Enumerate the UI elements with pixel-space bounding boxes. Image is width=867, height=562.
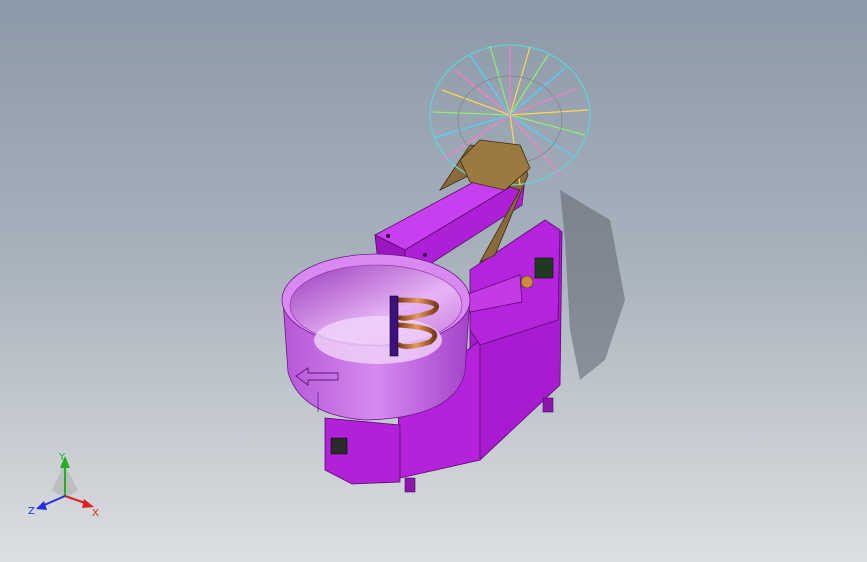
- head-bolt: [386, 234, 390, 238]
- x-axis-label: X: [92, 508, 99, 519]
- base-switch-panel: [330, 437, 348, 455]
- z-axis-arrow: [36, 501, 47, 510]
- orientation-triad: Y X Z: [28, 452, 99, 519]
- spiral-shaft-lower: [389, 295, 399, 357]
- foot-right: [542, 397, 554, 413]
- y-axis-label: Y: [58, 452, 66, 463]
- bowl-floor: [314, 316, 442, 364]
- z-axis-line: [41, 495, 66, 507]
- head-bolt: [423, 253, 427, 257]
- control-knob: [520, 275, 534, 289]
- graphics-viewport[interactable]: Y X Z: [0, 0, 867, 562]
- control-panel: [534, 257, 554, 279]
- model-shadow: [560, 190, 625, 380]
- x-axis-arrow: [82, 499, 94, 508]
- foot-front: [404, 477, 416, 493]
- z-axis-label: Z: [28, 506, 35, 517]
- mixer-3d-model[interactable]: [0, 0, 867, 562]
